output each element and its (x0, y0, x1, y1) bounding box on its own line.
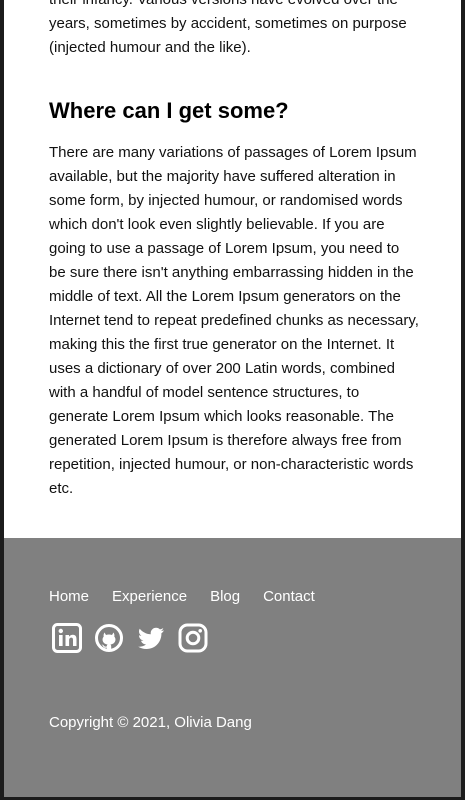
linkedin-icon[interactable] (52, 623, 82, 653)
nav-link-experience[interactable]: Experience (112, 587, 187, 607)
instagram-icon[interactable] (178, 623, 208, 653)
footer-nav: Home Experience Blog Contact (49, 587, 315, 607)
copyright-text: Copyright © 2021, Olivia Dang (49, 714, 252, 731)
nav-link-blog[interactable]: Blog (210, 587, 240, 607)
twitter-icon[interactable] (136, 623, 166, 653)
site-footer: Home Experience Blog Contact Copyright ©… (4, 538, 461, 797)
browser-viewport: their infancy. Various versions have evo… (0, 0, 465, 800)
section-heading: Where can I get some? (49, 98, 289, 123)
body-paragraph: There are many variations of passages of… (49, 144, 419, 497)
nav-link-contact[interactable]: Contact (263, 587, 315, 607)
nav-link-home[interactable]: Home (49, 587, 89, 607)
intro-paragraph: their infancy. Various versions have evo… (49, 0, 407, 56)
github-icon[interactable] (94, 623, 124, 653)
social-links (52, 623, 208, 653)
